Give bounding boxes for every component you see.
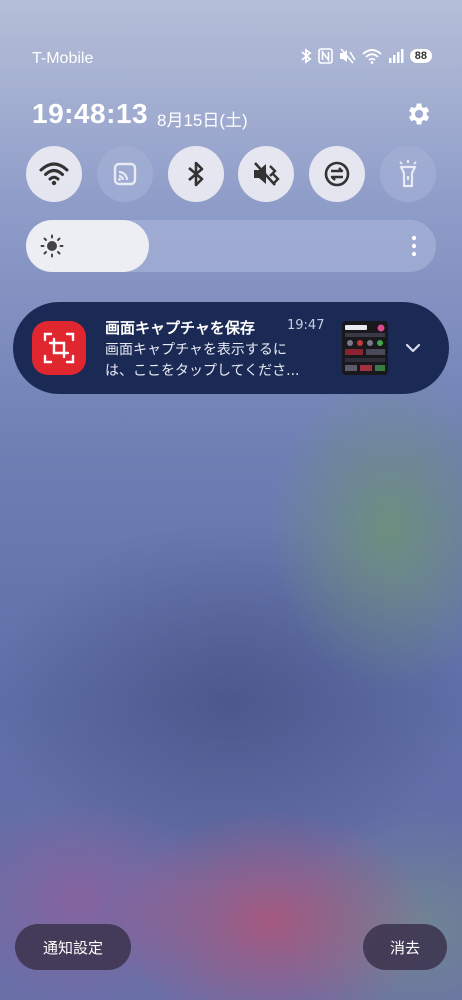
notification-body: 画面キャプチャを表示するに は、ここをタップしてくださ... bbox=[105, 340, 331, 382]
more-vertical-icon[interactable] bbox=[410, 234, 418, 258]
signal-icon bbox=[388, 49, 404, 63]
battery-icon: 88 bbox=[409, 49, 432, 63]
tile-cast[interactable] bbox=[96, 146, 153, 202]
tile-sound[interactable] bbox=[238, 146, 295, 202]
notification-body-line: は、ここをタップしてくださ... bbox=[105, 363, 300, 379]
chevron-down-icon[interactable] bbox=[403, 338, 423, 358]
notification-title: 画面キャプチャを保存 bbox=[105, 319, 255, 337]
sync-icon bbox=[324, 161, 350, 187]
clear-button[interactable]: 消去 bbox=[363, 924, 447, 970]
sun-icon bbox=[40, 234, 64, 258]
status-bar: T-Mobile 88 bbox=[32, 48, 432, 72]
quick-tiles bbox=[26, 146, 436, 202]
screenshot-thumbnail[interactable] bbox=[342, 321, 388, 375]
wifi-icon bbox=[39, 162, 69, 186]
screenshot-icon bbox=[32, 321, 86, 375]
wifi-icon bbox=[362, 49, 382, 64]
notification-settings-button[interactable]: 通知設定 bbox=[15, 924, 131, 970]
bluetooth-icon bbox=[301, 48, 312, 64]
notification-time: 19:47 bbox=[287, 318, 325, 333]
carrier-label: T-Mobile bbox=[32, 50, 94, 67]
bluetooth-icon bbox=[187, 161, 203, 187]
clock: 19:48:13 bbox=[32, 98, 149, 129]
clock-row: 19:48:13 8月15日(土) bbox=[32, 98, 432, 134]
nfc-icon bbox=[317, 48, 333, 64]
tile-wifi[interactable] bbox=[26, 146, 82, 202]
notification-body-line: 画面キャプチャを表示するに bbox=[105, 342, 287, 358]
mute-icon bbox=[339, 48, 356, 64]
flashlight-icon bbox=[399, 160, 417, 188]
mute-icon bbox=[254, 162, 281, 186]
cast-icon bbox=[113, 162, 136, 186]
tile-sync[interactable] bbox=[309, 146, 366, 202]
gear-icon[interactable] bbox=[404, 100, 432, 128]
tile-flashlight[interactable] bbox=[379, 146, 436, 202]
status-icons: 88 bbox=[300, 48, 432, 64]
screenshot-notification[interactable]: 画面キャプチャを保存 19:47 画面キャプチャを表示するに は、ここをタップし… bbox=[13, 302, 449, 394]
date: 8月15日(土) bbox=[157, 111, 248, 130]
brightness-slider[interactable] bbox=[26, 220, 436, 272]
tile-bluetooth[interactable] bbox=[167, 146, 224, 202]
